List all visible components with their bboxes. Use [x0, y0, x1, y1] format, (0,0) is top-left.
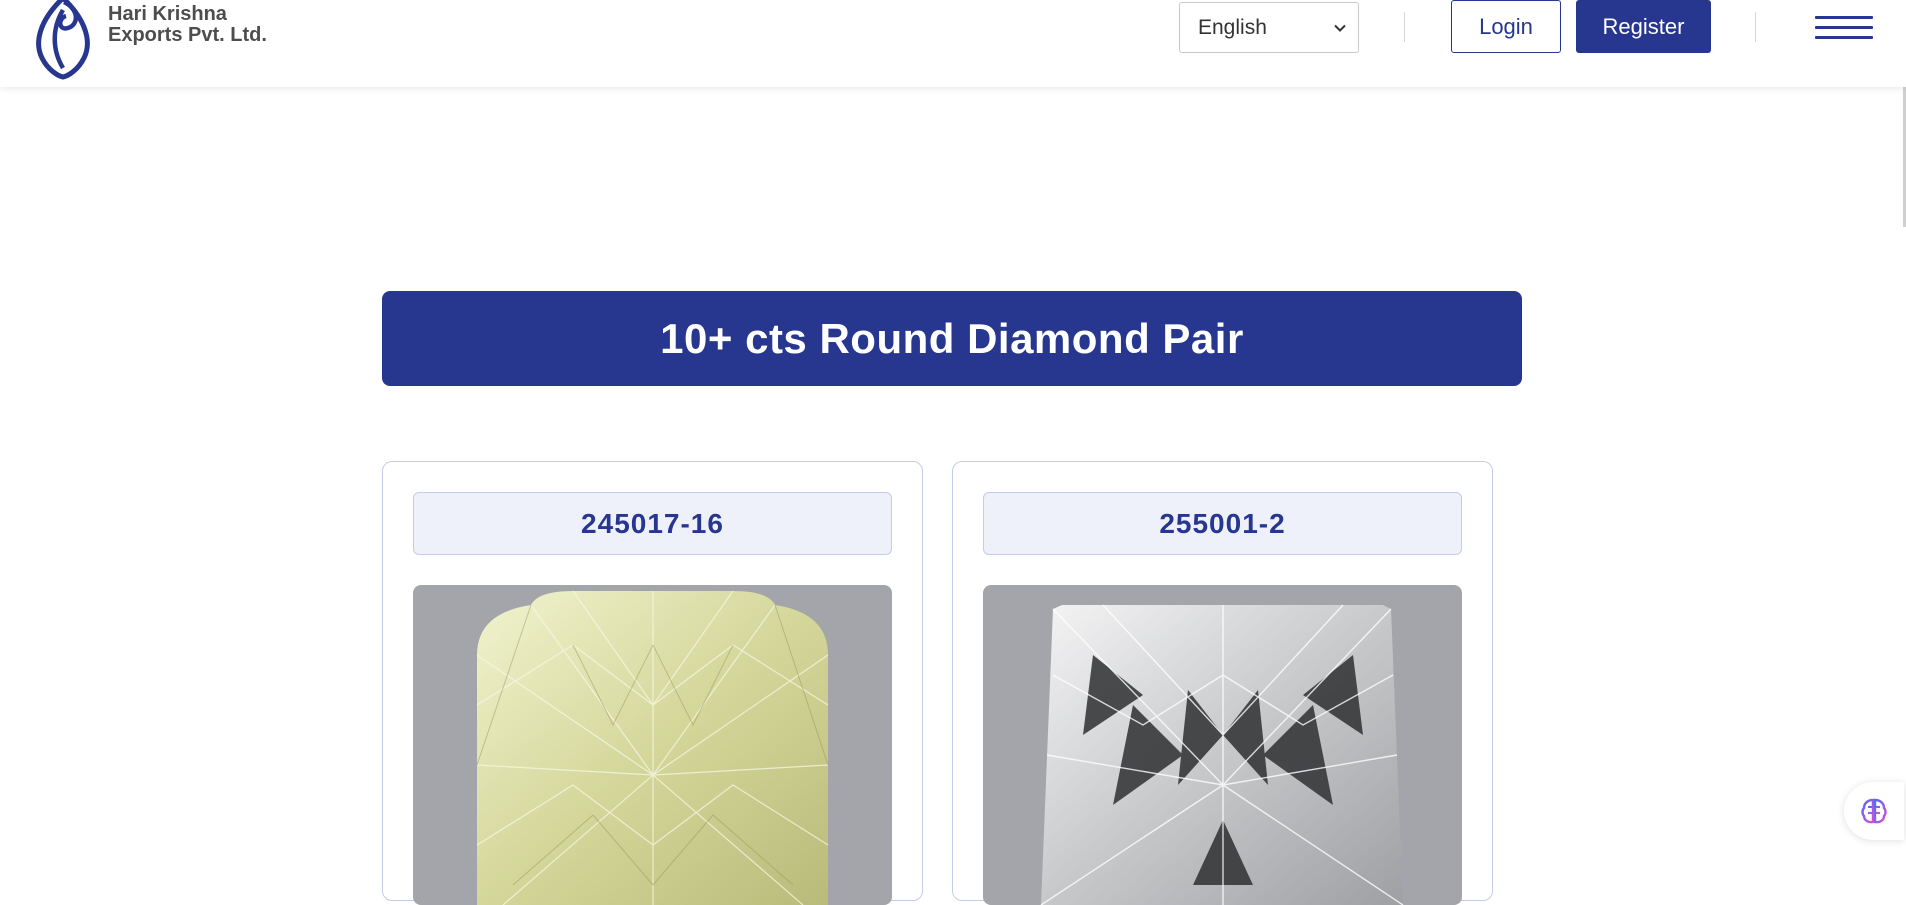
stone-id: 245017-16: [413, 492, 892, 555]
brand-logo[interactable]: Hari Krishna Exports Pvt. Ltd.: [28, 0, 267, 80]
white-princess-diamond-icon: [1040, 604, 1404, 905]
language-select[interactable]: English: [1179, 2, 1359, 53]
hamburger-menu-icon[interactable]: [1815, 16, 1873, 40]
hamburger-line: [1815, 36, 1873, 39]
stone-id: 255001-2: [983, 492, 1462, 555]
page-title: 10+ cts Round Diamond Pair: [382, 291, 1522, 386]
diamond-image[interactable]: [983, 585, 1462, 905]
language-selected-value: English: [1198, 15, 1267, 39]
diamond-card[interactable]: 245017-16: [382, 461, 923, 905]
yellow-cushion-diamond-icon: [476, 590, 829, 905]
assistant-widget-button[interactable]: [1844, 782, 1904, 840]
header-divider: [1755, 12, 1756, 42]
logo-mark-icon: [36, 0, 90, 80]
brand-name-line2: Exports Pvt. Ltd.: [108, 24, 267, 46]
diamond-image[interactable]: [413, 585, 892, 905]
hamburger-line: [1815, 26, 1873, 29]
chevron-down-icon: [1334, 24, 1346, 32]
brand-name: Hari Krishna Exports Pvt. Ltd.: [108, 4, 267, 46]
brain-icon: [1861, 798, 1887, 824]
site-header: Hari Krishna Exports Pvt. Ltd. English L…: [0, 0, 1906, 87]
diamond-card[interactable]: 255001-2: [952, 461, 1493, 905]
login-button[interactable]: Login: [1451, 0, 1561, 53]
hamburger-line: [1815, 16, 1873, 19]
header-divider: [1404, 12, 1405, 42]
brand-name-line1: Hari Krishna: [108, 3, 227, 25]
register-button[interactable]: Register: [1576, 0, 1711, 53]
